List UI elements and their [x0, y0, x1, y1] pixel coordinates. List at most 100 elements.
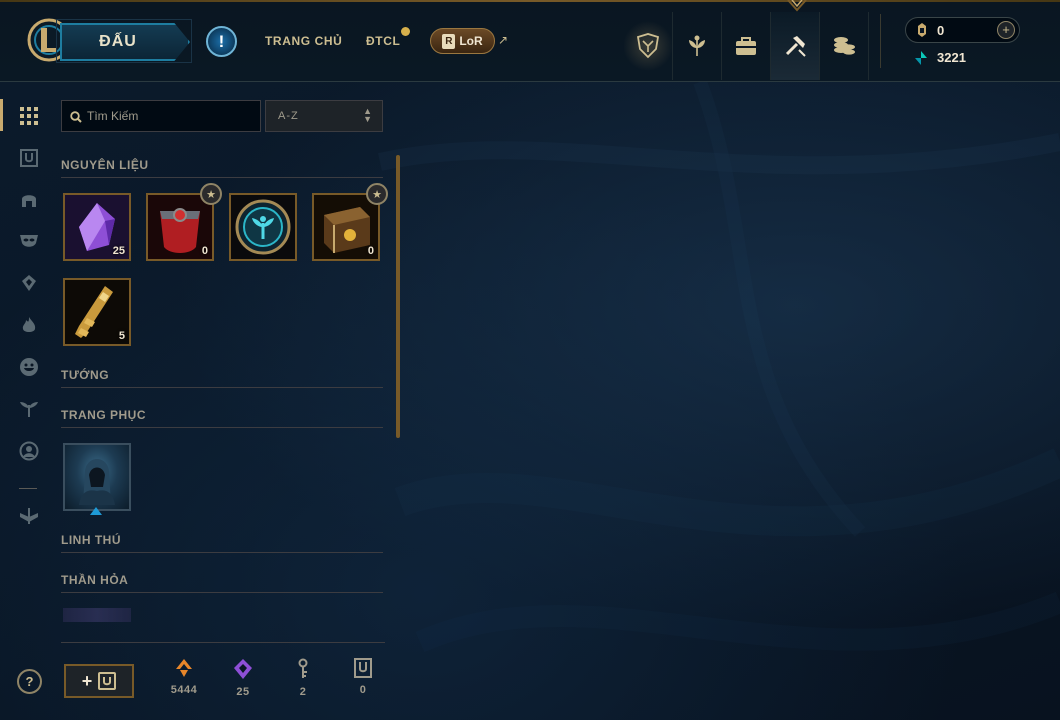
section-divider	[61, 427, 383, 428]
lor-badge: R	[442, 33, 456, 49]
loot-tile-hextech-chest[interactable]: 0	[312, 193, 380, 261]
sidebar-item-champions[interactable]	[16, 187, 42, 213]
search-input[interactable]	[87, 101, 257, 131]
skin-rarity-indicator	[90, 507, 102, 515]
sidebar-item-icons[interactable]	[16, 354, 42, 380]
play-button-label: ĐẤU	[99, 33, 137, 50]
exclamation-icon[interactable]: !	[206, 26, 237, 57]
loot-tile-masterwork-chest[interactable]: 0	[146, 193, 214, 261]
hammer-icon	[785, 36, 806, 57]
chest-icon	[98, 672, 117, 690]
tile-count: 0	[201, 245, 208, 257]
loot-category-sidebar	[0, 82, 56, 720]
double-arrow-icon	[20, 508, 38, 524]
sort-dropdown[interactable]: A-Z ▲ ▼	[265, 100, 383, 132]
section-title-materials: NGUYÊN LIỆU	[61, 158, 149, 172]
person-circle-icon	[19, 441, 39, 461]
sidebar-item-skins[interactable]	[16, 228, 42, 254]
craft-key-button[interactable]: +	[64, 664, 134, 698]
sidebar-active-indicator	[0, 99, 3, 131]
tab-store[interactable]	[820, 12, 869, 80]
sidebar-item-chests[interactable]	[16, 145, 42, 171]
sidebar-divider	[19, 488, 37, 489]
notification-dot	[401, 27, 410, 36]
section-divider	[61, 387, 383, 388]
main-tabs	[624, 12, 869, 80]
tile-count: 5	[118, 330, 125, 342]
wallet-orange-essence: 5444	[164, 658, 204, 696]
bag-icon	[736, 37, 756, 55]
riot-points-value: 0	[937, 23, 945, 38]
grid-icon	[20, 107, 38, 125]
key-fragment-icon	[298, 658, 308, 678]
riot-points-icon	[918, 23, 926, 37]
wallet-chest: 0	[343, 658, 383, 696]
section-title-champions: TƯỚNG	[61, 368, 110, 382]
blue-essence-icon	[915, 51, 927, 65]
flame-icon	[22, 317, 36, 332]
sidebar-item-emotes[interactable]	[16, 312, 42, 338]
blue-essence-value: 3221	[937, 50, 966, 65]
tile-count: 25	[112, 245, 125, 257]
orange-essence-icon	[176, 659, 192, 677]
add-currency-button[interactable]: +	[997, 21, 1015, 39]
section-title-eternals: THẦN HỎA	[61, 573, 129, 587]
tree-icon	[20, 402, 38, 417]
section-title-skins: TRANG PHỤC	[61, 408, 146, 422]
top-navigation-bar: ĐẤU ! TRANG CHỦ ĐTCL R LoR ↗ 0 + 3221	[0, 0, 1060, 82]
mask-icon	[20, 235, 38, 247]
star-badge-icon: ★	[200, 183, 222, 205]
ward-token-icon	[231, 195, 295, 259]
craft-plus-label: +	[81, 670, 93, 691]
search-box	[61, 100, 261, 132]
sidebar-item-all[interactable]	[16, 103, 42, 129]
nav-tft[interactable]: ĐTCL	[366, 34, 400, 48]
chest-icon	[20, 149, 38, 167]
coins-icon	[834, 37, 855, 55]
search-icon	[70, 111, 82, 123]
wallet-value: 2	[299, 686, 307, 698]
loot-tile-key[interactable]: 5	[63, 278, 131, 346]
section-divider	[61, 592, 383, 593]
loot-tile-gem[interactable]: 25	[63, 193, 131, 261]
gemstone-icon	[234, 659, 252, 679]
nav-home[interactable]: TRANG CHỦ	[265, 34, 342, 48]
sidebar-item-summoner-icons[interactable]	[16, 438, 42, 464]
tab-divider	[880, 14, 881, 68]
smiley-icon	[20, 358, 38, 376]
loot-tile-skin[interactable]	[63, 443, 131, 511]
sort-label: A-Z	[278, 110, 299, 122]
chest-icon	[354, 658, 372, 678]
sidebar-item-eternals[interactable]	[16, 270, 42, 296]
section-title-companions: LINH THÚ	[61, 533, 121, 547]
ward-icon	[22, 275, 36, 291]
external-link-icon: ↗	[498, 33, 509, 47]
tab-loot[interactable]	[771, 12, 820, 80]
bottom-divider	[61, 642, 385, 643]
loot-tile-ward-token[interactable]	[229, 193, 297, 261]
lor-label: LoR	[459, 34, 483, 48]
scrollbar[interactable]	[396, 155, 400, 438]
tile-count: 0	[367, 245, 374, 257]
crest-icon	[636, 33, 660, 59]
play-button[interactable]: ĐẤU	[60, 23, 190, 61]
loot-tile-partial[interactable]	[63, 608, 131, 622]
section-divider	[61, 552, 383, 553]
section-divider	[61, 177, 383, 178]
wallet-key-fragment: 2	[283, 658, 323, 698]
wallet-value: 25	[236, 686, 250, 698]
tab-collection[interactable]	[673, 12, 722, 80]
laurel-icon	[689, 35, 705, 56]
helmet-icon	[22, 195, 36, 207]
sidebar-item-other[interactable]	[16, 503, 42, 529]
skin-portrait-icon	[79, 459, 115, 505]
tab-bag[interactable]	[722, 12, 771, 80]
tab-profile[interactable]	[624, 12, 673, 80]
wallet-value: 0	[359, 684, 367, 696]
sidebar-item-wards[interactable]	[16, 396, 42, 422]
nav-lor[interactable]: R LoR	[430, 28, 495, 54]
help-button[interactable]: ?	[17, 669, 42, 694]
star-badge-icon: ★	[366, 183, 388, 205]
wallet-value: 5444	[170, 684, 198, 696]
chevron-updown-icon: ▲ ▼	[363, 106, 373, 124]
